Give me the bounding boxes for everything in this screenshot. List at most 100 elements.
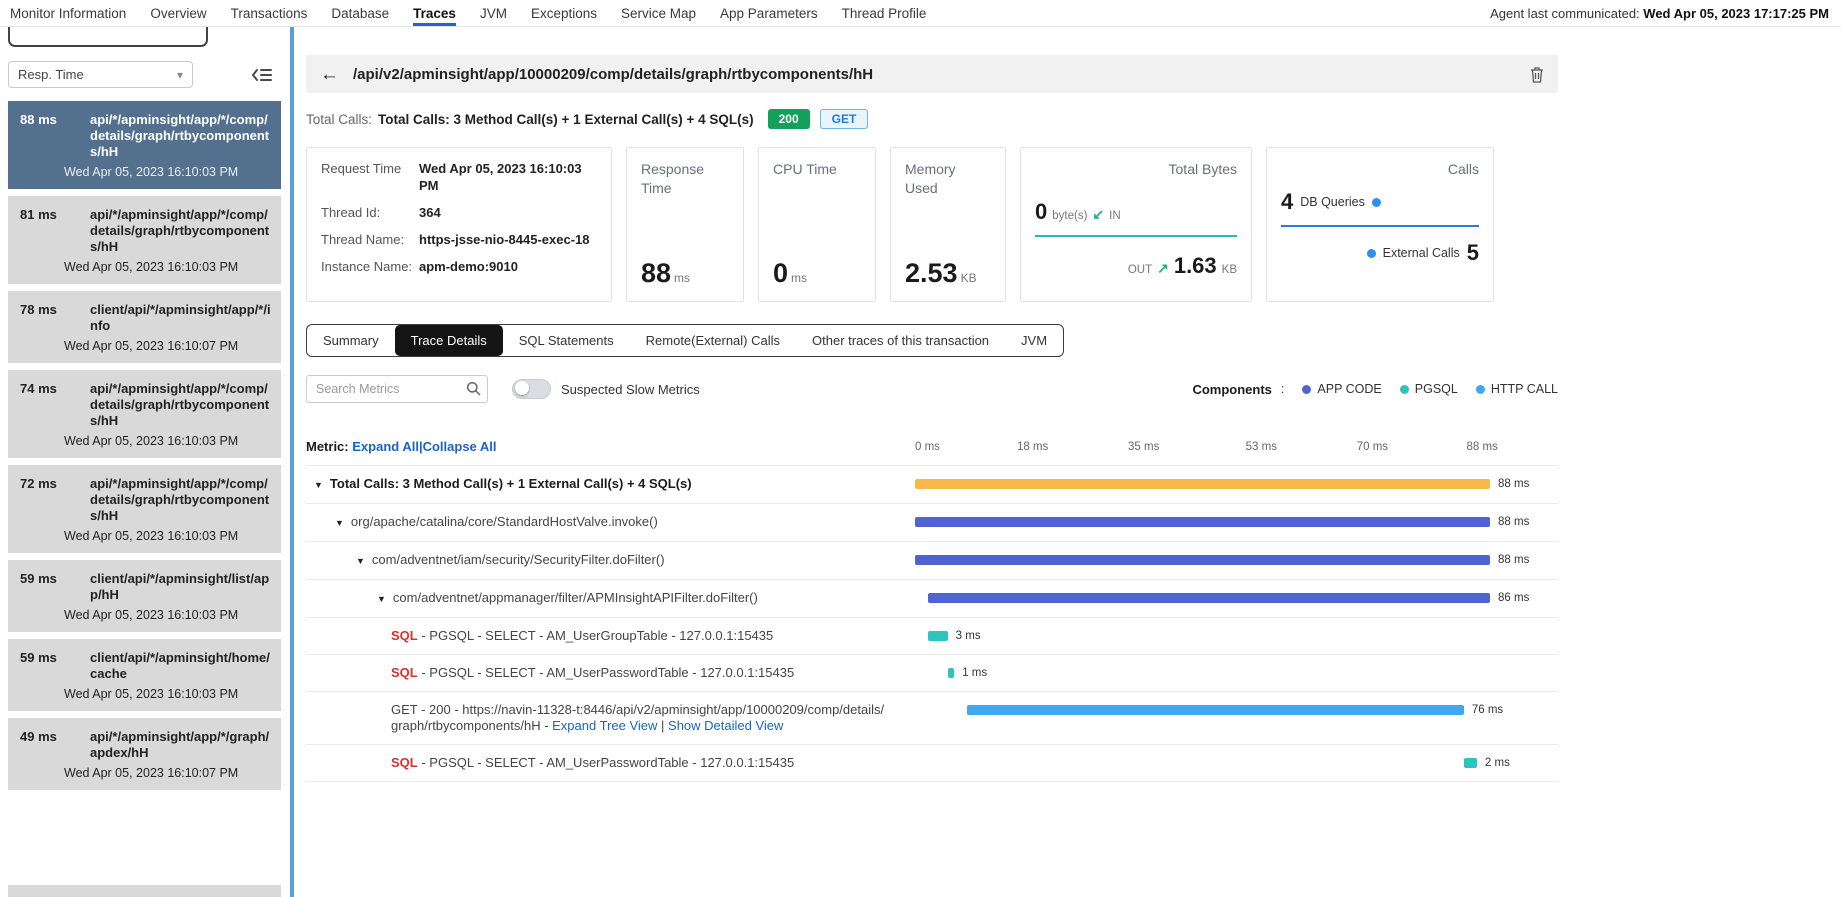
bar-duration-label: 88 ms [1498, 478, 1529, 490]
total-bytes-label: Total Bytes [1035, 160, 1237, 179]
sql-prefix: SQL [391, 755, 418, 770]
thread-id-label: Thread Id: [321, 204, 419, 221]
sql-statement: - PGSQL - SELECT - AM_UserGroupTable - 1… [418, 628, 774, 643]
tab-other-traces[interactable]: Other traces of this transaction [796, 325, 1005, 356]
collapse-panel-icon[interactable] [251, 66, 273, 84]
trace-tabs: Summary Trace Details SQL Statements Rem… [306, 324, 1064, 357]
trace-list-item[interactable]: 72 ms api/*/apminsight/app/*/comp/detail… [8, 465, 281, 553]
trace-list-item[interactable]: 88 ms api/*/apminsight/app/*/comp/detail… [8, 101, 281, 189]
duration-bar[interactable] [928, 631, 948, 641]
suspected-slow-metrics-toggle[interactable] [512, 379, 551, 399]
total-bytes-card: Total Bytes 0 byte(s) ↙ IN OUT ↗ 1.63 KB [1020, 147, 1252, 302]
expand-all-link[interactable]: Expand All [352, 439, 419, 454]
method-name: com/adventnet/iam/security/SecurityFilte… [372, 552, 665, 567]
nav-item-service-map[interactable]: Service Map [621, 1, 696, 26]
legend-http-call-label: HTTP CALL [1491, 382, 1558, 396]
bar-duration-label: 1 ms [962, 667, 987, 679]
total-calls-value: Total Calls: 3 Method Call(s) + 1 Extern… [378, 112, 754, 127]
tab-jvm[interactable]: JVM [1005, 325, 1063, 356]
instance-name-value: apm-demo:9010 [419, 258, 518, 275]
search-icon [466, 381, 481, 399]
back-button[interactable]: ← [320, 65, 339, 84]
caret-down-icon[interactable]: ▼ [314, 480, 323, 490]
request-time-value: Wed Apr 05, 2023 16:10:03 PM [419, 160, 597, 194]
nav-item-transactions[interactable]: Transactions [231, 1, 308, 26]
sort-dropdown-value: Resp. Time [18, 67, 84, 82]
duration-bar[interactable] [915, 479, 1490, 489]
nav-item-app-parameters[interactable]: App Parameters [720, 1, 818, 26]
tree-row-label: SQL - PGSQL - SELECT - AM_UserPasswordTa… [306, 745, 915, 781]
nav-item-overview[interactable]: Overview [150, 1, 206, 26]
sql-statement: - PGSQL - SELECT - AM_UserPasswordTable … [418, 755, 794, 770]
trace-list-item[interactable]: 81 ms api/*/apminsight/app/*/comp/detail… [8, 196, 281, 284]
search-metrics-box [306, 375, 488, 403]
total-calls-row: Total Calls: Total Calls: 3 Method Call(… [306, 109, 1558, 129]
trace-list-item[interactable]: 59 ms client/api/*/apminsight/list/app/h… [8, 560, 281, 632]
duration-bar[interactable] [967, 705, 1464, 715]
search-metrics-input[interactable] [306, 375, 488, 403]
top-navigation: Monitor Information Overview Transaction… [0, 0, 1841, 27]
trace-list-item-partial[interactable] [8, 885, 281, 897]
expand-tree-view-link[interactable]: Expand Tree View [552, 718, 657, 733]
trace-time: Wed Apr 05, 2023 16:10:03 PM [20, 434, 271, 449]
nav-item-exceptions[interactable]: Exceptions [531, 1, 597, 26]
duration-bar[interactable] [915, 517, 1490, 527]
memory-used-value: 2.53 [905, 258, 958, 288]
show-detailed-view-link[interactable]: Show Detailed View [668, 718, 783, 733]
trace-list-item[interactable]: 59 ms client/api/*/apminsight/home/cache… [8, 639, 281, 711]
legend-pgsql: PGSQL [1400, 382, 1458, 396]
duration-bar[interactable] [1464, 758, 1477, 768]
pgsql-dot-icon [1400, 385, 1409, 394]
trace-list-item[interactable]: 78 ms client/api/*/apminsight/app/*/info… [8, 291, 281, 363]
db-queries-dot-icon [1372, 198, 1381, 207]
tab-trace-details[interactable]: Trace Details [395, 325, 503, 356]
legend-http-call: HTTP CALL [1476, 382, 1558, 396]
trace-tree-row: SQL - PGSQL - SELECT - AM_UserGroupTable… [306, 618, 1558, 655]
nav-item-database[interactable]: Database [331, 1, 389, 26]
nav-item-monitor-information[interactable]: Monitor Information [10, 1, 126, 26]
response-time-unit: ms [674, 271, 690, 285]
bytes-divider [1035, 235, 1237, 237]
trace-duration: 59 ms [20, 650, 80, 682]
delete-trace-icon[interactable] [1530, 66, 1544, 83]
sidebar-toolbar: Resp. Time ▾ [8, 61, 290, 88]
trace-tree-row: ▼ com/adventnet/appmanager/filter/APMInsi… [306, 580, 1558, 618]
tab-remote-external-calls[interactable]: Remote(External) Calls [630, 325, 796, 356]
cpu-time-value: 0 [773, 258, 788, 288]
method-name: com/adventnet/appmanager/filter/APMInsig… [393, 590, 758, 605]
tab-summary[interactable]: Summary [307, 325, 395, 356]
timeline-track: 2 ms [915, 745, 1490, 781]
time-axis: 0 ms 18 ms 35 ms 53 ms 70 ms 88 ms [915, 441, 1490, 459]
links-separator: | [657, 718, 668, 733]
sidebar-scrollbar[interactable] [290, 27, 294, 897]
suspected-slow-metrics-label: Suspected Slow Metrics [561, 382, 700, 397]
caret-down-icon[interactable]: ▼ [356, 556, 365, 566]
request-info-card: Request TimeWed Apr 05, 2023 16:10:03 PM… [306, 147, 612, 302]
trace-list-item[interactable]: 49 ms api/*/apminsight/app/*/graph/apdex… [8, 718, 281, 790]
nav-item-jvm[interactable]: JVM [480, 1, 507, 26]
legend-app-code-label: APP CODE [1317, 382, 1381, 396]
sort-dropdown[interactable]: Resp. Time ▾ [8, 61, 193, 88]
duration-bar[interactable] [928, 593, 1490, 603]
sidebar-search-input[interactable] [8, 27, 208, 47]
bytes-out-unit: KB [1222, 264, 1237, 276]
request-time-label: Request Time [321, 160, 419, 194]
thread-id-value: 364 [419, 204, 441, 221]
tab-sql-statements[interactable]: SQL Statements [503, 325, 630, 356]
caret-down-icon[interactable]: ▼ [335, 518, 344, 528]
trace-list-item[interactable]: 74 ms api/*/apminsight/app/*/comp/detail… [8, 370, 281, 458]
thread-name-label: Thread Name: [321, 231, 419, 248]
components-colon: : [1281, 382, 1284, 396]
duration-bar[interactable] [948, 668, 955, 678]
trace-time: Wed Apr 05, 2023 16:10:03 PM [20, 165, 271, 180]
calls-divider [1281, 225, 1479, 227]
memory-used-unit: KB [961, 271, 977, 285]
nav-item-thread-profile[interactable]: Thread Profile [842, 1, 927, 26]
bar-duration-label: 86 ms [1498, 592, 1529, 604]
nav-item-traces[interactable]: Traces [413, 1, 456, 26]
trace-detail-panel: ← /api/v2/apminsight/app/10000209/comp/d… [306, 27, 1558, 897]
caret-down-icon[interactable]: ▼ [377, 594, 386, 604]
method-badge: GET [820, 109, 869, 129]
collapse-all-link[interactable]: Collapse All [423, 439, 497, 454]
duration-bar[interactable] [915, 555, 1490, 565]
